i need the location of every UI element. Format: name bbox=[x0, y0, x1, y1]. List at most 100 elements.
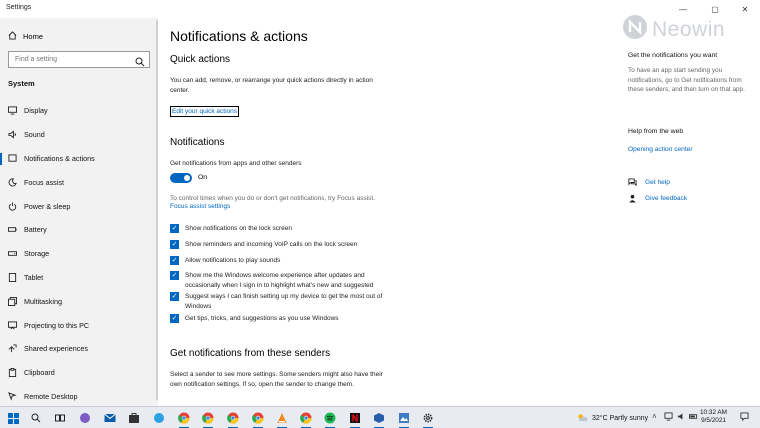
mail-icon[interactable] bbox=[102, 410, 118, 426]
chevron-up-icon[interactable]: ˄ bbox=[652, 412, 657, 421]
sidebar-item-storage[interactable]: Storage bbox=[0, 242, 158, 266]
sidebar-item-display[interactable]: Display bbox=[0, 99, 158, 123]
search-input[interactable]: Find a setting bbox=[8, 51, 150, 68]
checkbox-label: Allow notifications to play sounds bbox=[185, 257, 281, 264]
checkbox-label: Show reminders and incoming VoIP calls o… bbox=[185, 241, 358, 248]
sidebar-item-label: Sound bbox=[24, 130, 45, 140]
checkmark-icon: ✓ bbox=[170, 271, 179, 280]
chrome-icon[interactable] bbox=[298, 410, 314, 428]
neowin-logo-icon bbox=[622, 14, 648, 45]
weather-widget[interactable]: 32°C Partly sunny bbox=[577, 413, 648, 424]
search-icon[interactable] bbox=[28, 410, 44, 426]
get-help-link[interactable]: Get help bbox=[645, 179, 670, 186]
checkmark-icon: ✓ bbox=[170, 240, 179, 249]
feedback-icon bbox=[628, 194, 637, 205]
sidebar-item-label: Display bbox=[24, 106, 48, 116]
volume-icon[interactable] bbox=[677, 412, 686, 423]
main-content: Notifications & actions Quick actions Yo… bbox=[170, 18, 600, 406]
checkbox-label: Show notifications on the lock screen bbox=[185, 225, 292, 232]
quick-actions-heading: Quick actions bbox=[170, 54, 231, 65]
sidebar-item-focus-assist[interactable]: Focus assist bbox=[0, 170, 158, 194]
moon-icon bbox=[8, 178, 17, 187]
clock[interactable]: 10:32 AM 9/5/2021 bbox=[700, 409, 727, 425]
action-center-icon[interactable] bbox=[740, 412, 749, 423]
app-icon-purple[interactable] bbox=[77, 410, 93, 426]
senders-description: Select a sender to see more settings. So… bbox=[170, 371, 383, 388]
sidebar-scrollbar[interactable] bbox=[156, 20, 158, 400]
monitor-icon bbox=[8, 106, 17, 115]
clock-date: 9/5/2021 bbox=[701, 417, 726, 424]
neowin-logo-text: Neowin bbox=[652, 17, 726, 41]
netflix-icon[interactable] bbox=[347, 410, 363, 428]
chrome-icon[interactable] bbox=[250, 410, 266, 428]
get-notifications-help: To have an app start sending you notific… bbox=[628, 67, 745, 93]
checkmark-icon: ✓ bbox=[170, 314, 179, 323]
shared-icon bbox=[8, 344, 17, 353]
checkbox-label: Show me the Windows welcome experience a… bbox=[185, 272, 374, 289]
notifications-toggle[interactable] bbox=[170, 173, 192, 183]
virtualbox-icon[interactable] bbox=[371, 410, 387, 428]
checkbox-finish-setup[interactable]: ✓ Suggest ways I can finish setting up m… bbox=[170, 292, 400, 311]
sidebar-item-remote-desktop[interactable]: Remote Desktop bbox=[0, 385, 158, 409]
sidebar-item-clipboard[interactable]: Clipboard bbox=[0, 361, 158, 385]
spotify-icon[interactable] bbox=[322, 410, 338, 428]
checkbox-reminders-voip[interactable]: ✓ Show reminders and incoming VoIP calls… bbox=[170, 240, 400, 250]
home-link[interactable]: Home bbox=[8, 31, 43, 42]
tablet-icon bbox=[8, 272, 17, 282]
search-icon[interactable] bbox=[135, 54, 145, 72]
store-icon[interactable] bbox=[126, 410, 142, 426]
checkbox-label: Get tips, tricks, and suggestions as you… bbox=[185, 315, 339, 322]
neowin-watermark: Neowin bbox=[622, 14, 725, 45]
sidebar-item-tablet[interactable]: Tablet bbox=[0, 266, 158, 290]
chrome-icon[interactable] bbox=[200, 410, 216, 428]
checkbox-lock-screen[interactable]: ✓ Show notifications on the lock screen bbox=[170, 224, 400, 234]
windows-start-icon[interactable] bbox=[5, 410, 21, 426]
get-help-icon bbox=[628, 178, 637, 189]
close-button[interactable]: ✕ bbox=[734, 0, 756, 18]
home-label: Home bbox=[23, 32, 44, 41]
sidebar-item-power-sleep[interactable]: Power & sleep bbox=[0, 194, 158, 218]
chrome-icon[interactable] bbox=[225, 410, 241, 428]
checkbox-play-sounds[interactable]: ✓ Allow notifications to play sounds bbox=[170, 256, 400, 266]
network-icon[interactable] bbox=[664, 412, 673, 423]
sidebar-item-sound[interactable]: Sound bbox=[0, 123, 158, 147]
get-notifications-label: Get notifications from apps and other se… bbox=[170, 160, 302, 167]
sidebar-item-label: Storage bbox=[24, 249, 50, 259]
search-placeholder: Find a setting bbox=[15, 56, 58, 63]
checkbox-label: Suggest ways I can finish setting up my … bbox=[185, 293, 383, 310]
battery-icon bbox=[8, 225, 17, 234]
task-view-icon[interactable] bbox=[52, 410, 68, 426]
sidebar-item-label: Power & sleep bbox=[24, 201, 71, 211]
sidebar-item-projecting[interactable]: Projecting to this PC bbox=[0, 313, 158, 337]
skype-icon[interactable] bbox=[151, 410, 167, 426]
sidebar-item-label: Tablet bbox=[24, 272, 44, 282]
sidebar-item-label: Remote Desktop bbox=[24, 391, 78, 401]
vlc-icon[interactable] bbox=[274, 410, 290, 428]
clipboard-icon bbox=[8, 368, 17, 378]
related-panel: Neowin Get the notifications you want To… bbox=[623, 15, 760, 406]
image-app-icon[interactable] bbox=[396, 410, 412, 428]
focus-assist-settings-link[interactable]: Focus assist settings bbox=[170, 203, 230, 210]
sidebar-item-shared-experiences[interactable]: Shared experiences bbox=[0, 337, 158, 361]
notifications-heading: Notifications bbox=[170, 137, 225, 148]
multitasking-icon bbox=[8, 296, 17, 306]
clock-time: 10:32 AM bbox=[700, 409, 728, 416]
sidebar-item-label: Notifications & actions bbox=[24, 153, 95, 163]
sidebar-item-notifications[interactable]: Notifications & actions bbox=[0, 147, 158, 171]
section-label-system: System bbox=[8, 79, 35, 88]
chrome-icon[interactable] bbox=[176, 410, 192, 428]
give-feedback-link[interactable]: Give feedback bbox=[645, 195, 687, 202]
checkbox-tips-tricks[interactable]: ✓ Get tips, tricks, and suggestions as y… bbox=[170, 314, 400, 324]
sidebar-item-multitasking[interactable]: Multitasking bbox=[0, 289, 158, 313]
battery-tray-icon[interactable] bbox=[689, 412, 698, 423]
power-icon bbox=[8, 202, 17, 211]
storage-icon bbox=[8, 249, 17, 258]
opening-action-center-link[interactable]: Opening action center bbox=[628, 146, 693, 153]
checkbox-welcome-experience[interactable]: ✓ Show me the Windows welcome experience… bbox=[170, 271, 400, 290]
sidebar-item-battery[interactable]: Battery bbox=[0, 218, 158, 242]
projecting-icon bbox=[8, 321, 17, 330]
edit-quick-actions-link[interactable]: Edit your quick actions bbox=[170, 106, 240, 117]
sidebar: Home Find a setting System Display Sound… bbox=[0, 18, 158, 406]
settings-gear-icon[interactable] bbox=[420, 410, 436, 428]
checkmark-icon: ✓ bbox=[170, 292, 179, 301]
